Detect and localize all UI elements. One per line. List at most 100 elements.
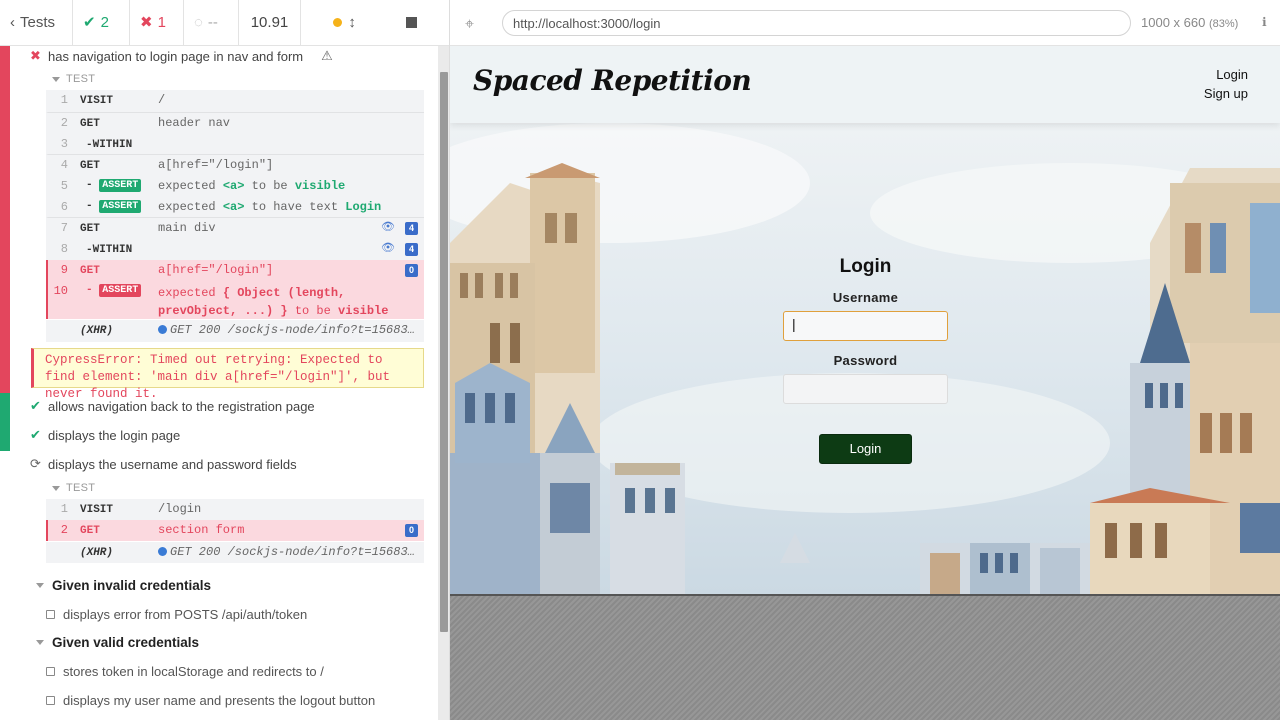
assert-badge-wrap: - ASSERT	[86, 200, 142, 213]
info-icon[interactable]: ℹ	[1262, 15, 1267, 29]
aut-iframe: Spaced Repetition Login Sign up Login Us…	[450, 46, 1280, 594]
login-submit-button[interactable]: Login	[819, 434, 912, 464]
eye-icon[interactable]: 👁	[381, 241, 395, 254]
caret-down-icon	[36, 640, 44, 645]
command-number: 7	[60, 221, 68, 235]
command-number: 2	[60, 116, 68, 130]
command-message: section form	[158, 523, 245, 537]
auto-scroll-toggle[interactable]: ↕	[333, 15, 356, 30]
app-header: Spaced Repetition Login Sign up	[450, 46, 1280, 123]
pending-box-icon	[46, 667, 55, 676]
element-count-badge: 4	[405, 222, 418, 235]
assert-message: expected <a> to have text Login	[158, 200, 381, 214]
command-row-failed[interactable]: 9 GET a[href="/login"] 0 10 - ASSERT exp…	[46, 260, 424, 319]
command-name: GET	[80, 223, 100, 235]
xhr-text: GET 200 /sockjs-node/info?t=15683…	[170, 545, 415, 559]
running-dot-icon	[333, 18, 343, 27]
command-row[interactable]: 1 VISIT /login	[46, 499, 424, 520]
test-title-text: displays my user name and presents the l…	[63, 693, 376, 708]
test-title-failed[interactable]: ✖ has navigation to login page in nav an…	[30, 46, 333, 66]
test-title-running[interactable]: ⟳ displays the username and password fie…	[30, 454, 297, 474]
caret-down-icon	[52, 485, 60, 491]
error-message[interactable]: CypressError: Timed out retrying: Expect…	[31, 348, 424, 401]
runnables-list: ✖ has navigation to login page in nav an…	[0, 46, 438, 720]
command-row[interactable]: 1 VISIT /	[46, 90, 424, 112]
test-title-text: displays the username and password field…	[48, 456, 297, 472]
duration: 10.91	[239, 0, 301, 46]
hook-label: TEST	[66, 482, 96, 494]
assert-badge: ASSERT	[99, 284, 142, 297]
command-row-failed[interactable]: 2 GET section form 0	[46, 520, 424, 541]
selector-playground-crosshair-icon[interactable]: ⌖	[465, 14, 483, 33]
assert-value: visible	[338, 304, 389, 318]
cypress-runner: ‹ Tests ✔ 2 ✖ 1 ◌ -- 10.91 ↕ ✖ has navig…	[0, 0, 1280, 720]
command-number: 8	[60, 242, 68, 256]
hook-test[interactable]: TEST	[52, 482, 95, 494]
stats-bar: ‹ Tests ✔ 2 ✖ 1 ◌ -- 10.91 ↕	[0, 0, 449, 46]
xhr-label: (XHR)	[80, 547, 114, 559]
hook-label: TEST	[66, 73, 96, 85]
command-row[interactable]: 2 GET header nav 3 -WITHIN	[46, 112, 424, 154]
command-row[interactable]: 4 GET a[href="/login"] 5 - ASSERT expect…	[46, 154, 424, 217]
check-icon: ✔	[83, 14, 96, 31]
viewport-size: 1000 x 660	[1141, 15, 1206, 30]
assert-element: <a>	[222, 200, 245, 214]
url-bar[interactable]: http://localhost:3000/login	[502, 10, 1131, 36]
xhr-row[interactable]: (XHR) GET 200 /sockjs-node/info?t=15683…	[46, 542, 424, 563]
test-title-text: has navigation to login page in nav and …	[48, 48, 304, 64]
background-illustration: Login Username | Password Login	[450, 123, 1280, 594]
element-count-badge: 0	[405, 524, 418, 537]
password-input[interactable]	[783, 374, 948, 404]
app-brand-logo[interactable]: Spaced Repetition	[473, 64, 752, 97]
suite-title[interactable]: Given invalid credentials	[36, 578, 211, 593]
assert-object: prevObject, ...) }	[158, 304, 288, 318]
warning-icon: ⚠	[321, 48, 333, 63]
assert-badge-wrap: - ASSERT	[86, 179, 142, 192]
command-number: 9	[60, 263, 68, 277]
test-title-text: allows navigation back to the registrati…	[48, 398, 315, 414]
xhr-row[interactable]: (XHR) GET 200 /sockjs-node/info?t=15683…	[46, 320, 424, 342]
reporter-scrollbar[interactable]	[438, 46, 449, 720]
pending-box-icon	[46, 696, 55, 705]
command-number: 3	[60, 137, 68, 151]
failed-value: 1	[157, 14, 166, 31]
test-title-passed[interactable]: ✔ allows navigation back to the registra…	[30, 396, 315, 416]
assert-message: expected <a> to be visible	[158, 179, 345, 193]
assert-badge: ASSERT	[99, 179, 142, 192]
test-title-pending[interactable]: displays my user name and presents the l…	[46, 693, 375, 708]
login-heading: Login	[839, 256, 892, 277]
login-form: Login Username | Password Login	[783, 256, 948, 464]
command-message: /	[158, 93, 166, 107]
command-number: 4	[60, 158, 68, 172]
arrows-vertical-icon: ↕	[348, 14, 356, 31]
check-icon: ✔	[30, 427, 41, 442]
command-row[interactable]: 7 GET main div 👁 4 8 -WITHIN 👁 4	[46, 217, 424, 260]
command-message: a[href="/login"]	[158, 263, 274, 277]
hook-test[interactable]: TEST	[52, 73, 95, 85]
eye-icon[interactable]: 👁	[381, 220, 395, 233]
username-label: Username	[832, 290, 899, 305]
command-number: 6	[60, 200, 68, 214]
spinner-icon: ◌	[194, 14, 203, 31]
command-name: VISIT	[80, 504, 114, 516]
test-title-pending[interactable]: stores token in localStorage and redirec…	[46, 664, 324, 679]
back-to-tests-button[interactable]: ‹ Tests	[0, 0, 73, 46]
suite-title[interactable]: Given valid credentials	[36, 635, 199, 650]
command-number: 5	[60, 179, 68, 193]
command-name: -WITHIN	[86, 244, 133, 256]
test-title-pending[interactable]: displays error from POSTS /api/auth/toke…	[46, 607, 307, 622]
test-title-text: stores token in localStorage and redirec…	[63, 664, 324, 679]
nav-signup-link[interactable]: Sign up	[1204, 84, 1248, 103]
assert-pre: expected	[158, 179, 216, 193]
username-input[interactable]: |	[783, 311, 948, 341]
command-number: 1	[60, 93, 68, 107]
xhr-dot-icon	[158, 547, 167, 557]
pending-box-icon	[46, 610, 55, 619]
nav-login-link[interactable]: Login	[1204, 65, 1248, 84]
assert-mid: to be	[251, 179, 288, 193]
viewport-zoom: (83%)	[1208, 18, 1239, 30]
test-title-passed[interactable]: ✔ displays the login page	[30, 425, 180, 445]
assert-mid: to have text	[251, 200, 339, 214]
stop-icon[interactable]	[405, 17, 417, 28]
scrollbar-thumb[interactable]	[440, 72, 448, 632]
